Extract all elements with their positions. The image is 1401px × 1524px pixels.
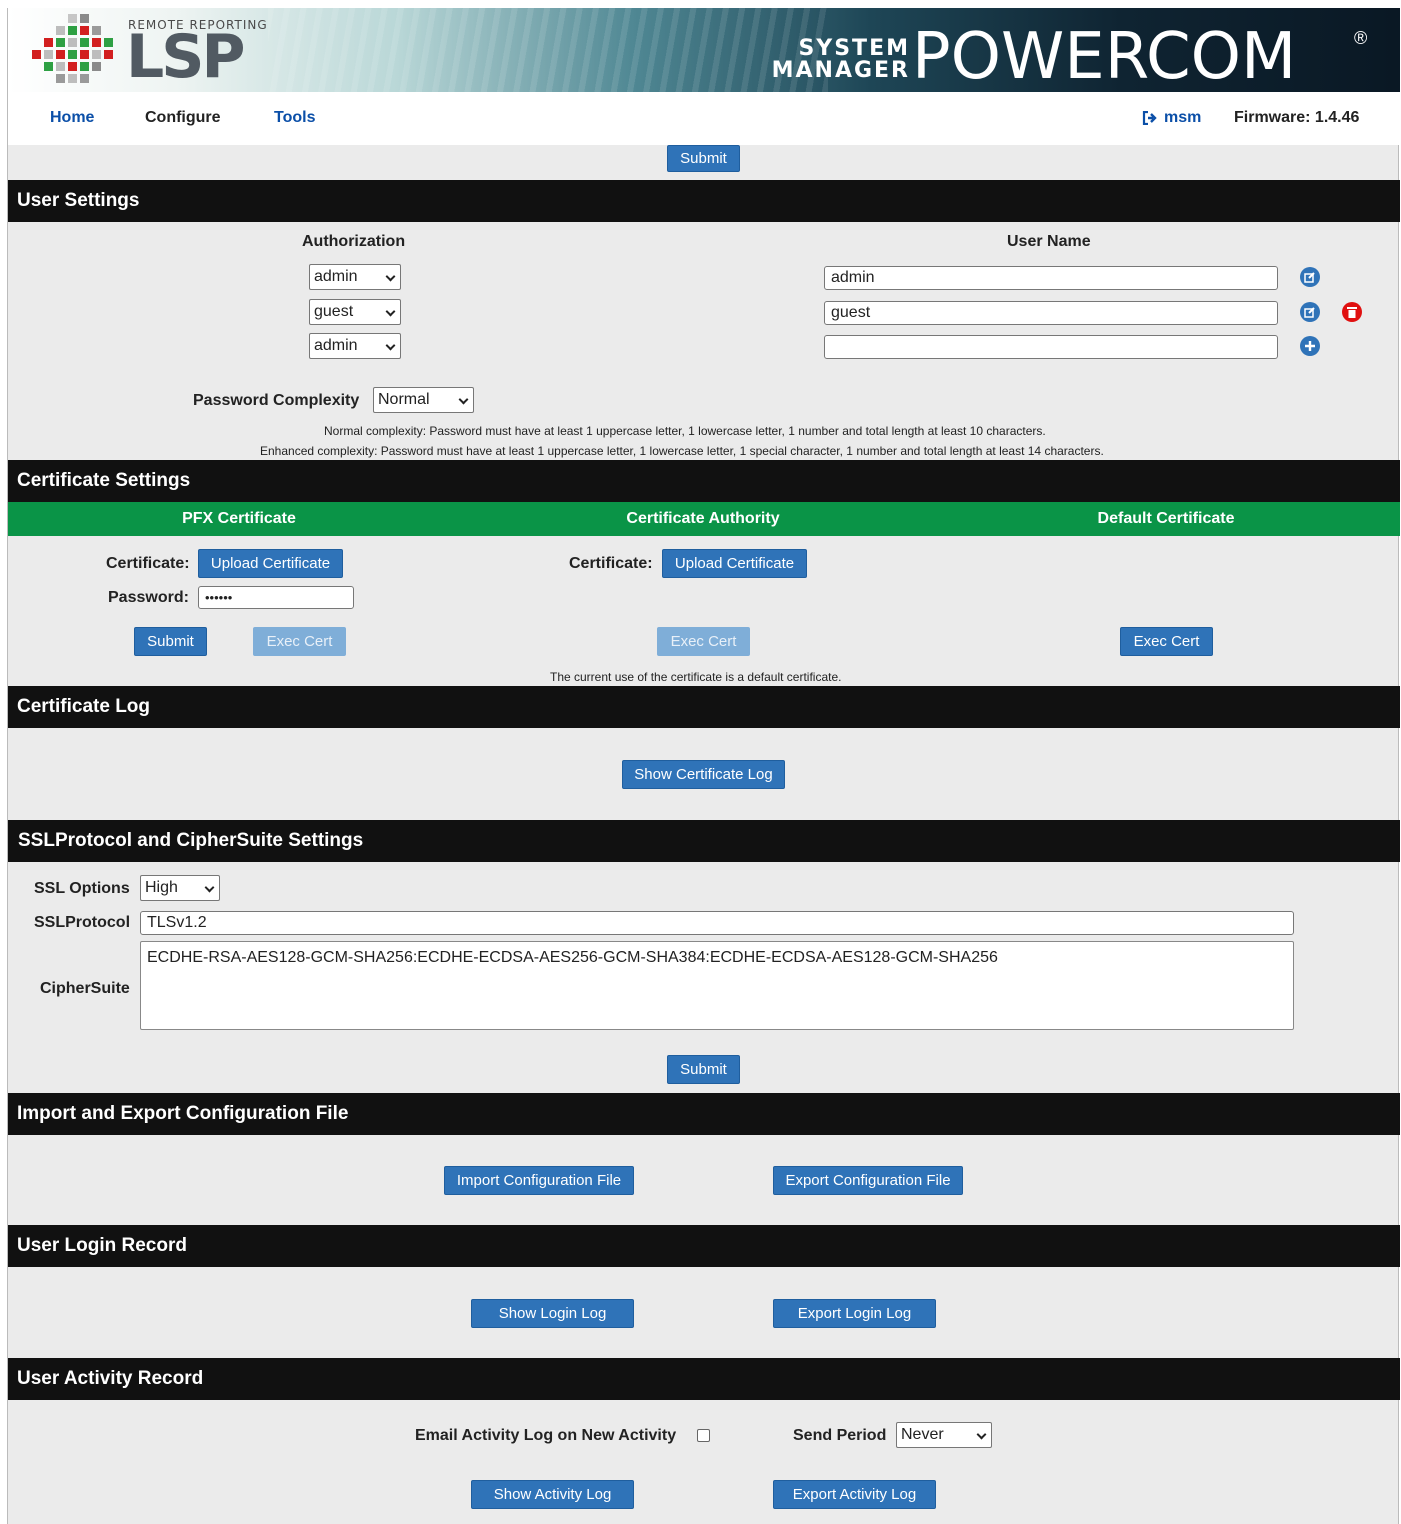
chevron-down-icon	[385, 271, 396, 282]
add-user-icon[interactable]	[1300, 336, 1320, 356]
pfx-upload-certificate-button[interactable]: Upload Certificate	[198, 549, 343, 578]
show-login-log-button[interactable]: Show Login Log	[471, 1299, 634, 1328]
header-banner: REMOTE REPORTING LSP SYSTEM MANAGER POWE…	[8, 8, 1400, 92]
cipher-suite-textarea[interactable]: ECDHE-RSA-AES128-GCM-SHA256:ECDHE-ECDSA-…	[140, 941, 1294, 1030]
ssl-options-select[interactable]: High	[140, 875, 220, 901]
registered-mark: ®	[1354, 28, 1368, 48]
export-login-log-button[interactable]: Export Login Log	[773, 1299, 936, 1328]
send-period-select[interactable]: Never	[896, 1422, 992, 1448]
activity-record-header: User Activity Record	[8, 1358, 1400, 1400]
ca-exec-cert-button[interactable]: Exec Cert	[657, 627, 750, 656]
logout-link[interactable]: msm	[1142, 109, 1201, 127]
chevron-down-icon	[204, 882, 215, 893]
nav-tools[interactable]: Tools	[274, 109, 315, 127]
ssl-settings-header: SSLProtocol and CipherSuite Settings	[8, 820, 1400, 862]
ssl-submit-button[interactable]: Submit	[667, 1055, 740, 1084]
product-subtitle-line1: SYSTEM	[798, 36, 910, 61]
current-user: msm	[1164, 109, 1202, 126]
chevron-down-icon	[385, 306, 396, 317]
authorization-select-3[interactable]: admin	[309, 333, 401, 359]
nav-configure[interactable]: Configure	[145, 109, 221, 127]
logout-icon	[1142, 111, 1157, 125]
password-complexity-value: Normal	[378, 391, 430, 408]
pfx-exec-cert-button[interactable]: Exec Cert	[253, 627, 346, 656]
authorization-select-1[interactable]: admin	[309, 264, 401, 290]
pfx-password-label: Password:	[108, 589, 189, 606]
certificate-log-header: Certificate Log	[8, 686, 1400, 728]
product-subtitle: SYSTEM MANAGER	[740, 38, 910, 82]
default-certificate-column: Default Certificate	[1097, 510, 1235, 527]
normal-complexity-note: Normal complexity: Password must have at…	[324, 424, 1046, 438]
enhanced-complexity-note: Enhanced complexity: Password must have …	[260, 444, 1104, 458]
certificate-settings-header: Certificate Settings	[8, 460, 1400, 502]
ca-certificate-label: Certificate:	[569, 555, 653, 572]
top-nav: Home Configure Tools msm Firmware: 1.4.4…	[8, 92, 1400, 145]
ssl-protocol-input[interactable]: TLSv1.2	[140, 911, 1294, 935]
username-input-1[interactable]: admin	[824, 266, 1278, 290]
show-certificate-log-button[interactable]: Show Certificate Log	[622, 760, 785, 789]
page: REMOTE REPORTING LSP SYSTEM MANAGER POWE…	[7, 8, 1400, 1524]
pfx-password-input[interactable]: ••••••	[198, 586, 354, 609]
chevron-down-icon	[458, 394, 469, 405]
authorization-select-1-value: admin	[314, 268, 358, 285]
default-exec-cert-button[interactable]: Exec Cert	[1120, 627, 1213, 656]
user-settings-header: User Settings	[8, 180, 1400, 222]
pfx-certificate-column: PFX Certificate	[182, 510, 296, 527]
certificate-authority-column: Certificate Authority	[626, 510, 780, 527]
username-input-2[interactable]: guest	[824, 301, 1278, 325]
cipher-suite-label: CipherSuite	[40, 980, 130, 997]
ssl-protocol-label: SSLProtocol	[34, 914, 131, 931]
authorization-select-2-value: guest	[314, 303, 354, 320]
chevron-down-icon	[385, 340, 396, 351]
send-period-label: Send Period	[793, 1427, 887, 1444]
ssl-options-label: SSL Options	[34, 880, 130, 897]
authorization-select-3-value: admin	[314, 337, 358, 354]
product-subtitle-line2: MANAGER	[771, 58, 910, 83]
delete-icon[interactable]	[1342, 302, 1362, 322]
email-activity-label: Email Activity Log on New Activity	[415, 1427, 677, 1444]
firmware-version: Firmware: 1.4.46	[1234, 109, 1360, 126]
lsp-logo-icon	[30, 12, 120, 88]
password-complexity-label: Password Complexity	[193, 392, 360, 409]
edit-icon[interactable]	[1300, 302, 1320, 322]
ca-upload-certificate-button[interactable]: Upload Certificate	[662, 549, 807, 578]
ssl-options-value: High	[145, 879, 178, 896]
nav-home[interactable]: Home	[50, 109, 94, 127]
top-submit-button[interactable]: Submit	[667, 145, 740, 172]
authorization-column-header: Authorization	[302, 233, 406, 250]
export-configuration-button[interactable]: Export Configuration File	[773, 1166, 963, 1195]
product-title: POWERCOM	[912, 20, 1297, 92]
send-period-value: Never	[901, 1426, 944, 1443]
username-input-3[interactable]	[824, 335, 1278, 359]
import-configuration-button[interactable]: Import Configuration File	[444, 1166, 634, 1195]
edit-icon[interactable]	[1300, 267, 1320, 287]
password-complexity-select[interactable]: Normal	[373, 387, 474, 413]
chevron-down-icon	[976, 1429, 987, 1440]
login-record-header: User Login Record	[8, 1225, 1400, 1267]
export-activity-log-button[interactable]: Export Activity Log	[773, 1480, 936, 1509]
import-export-header: Import and Export Configuration File	[8, 1093, 1400, 1135]
pfx-submit-button[interactable]: Submit	[134, 627, 207, 656]
brand-logo-text: LSP	[126, 22, 245, 92]
authorization-select-2[interactable]: guest	[309, 299, 401, 325]
pfx-certificate-label: Certificate:	[106, 555, 190, 572]
certificate-columns-header: PFX Certificate Certificate Authority De…	[8, 502, 1400, 536]
username-column-header: User Name	[1007, 233, 1091, 250]
show-activity-log-button[interactable]: Show Activity Log	[471, 1480, 634, 1509]
email-activity-checkbox[interactable]	[697, 1429, 710, 1442]
certificate-status-text: The current use of the certificate is a …	[550, 670, 842, 684]
